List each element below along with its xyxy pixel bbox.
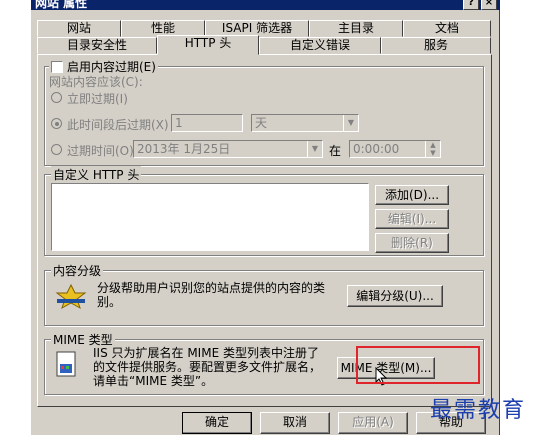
ok-button[interactable]: 确定: [182, 412, 252, 434]
tab-website[interactable]: 网站: [37, 20, 121, 37]
radio-expire-on[interactable]: [51, 144, 62, 155]
mime-types-description: IIS 只为扩展名在 MIME 类型列表中注册了的文件提供服务。要配置更多文件扩…: [93, 346, 322, 388]
tab-home-directory[interactable]: 主目录: [309, 20, 403, 37]
radio-expire-after-label: 此时间段后过期(X): [67, 118, 169, 132]
help-title-button[interactable]: ?: [463, 0, 479, 10]
expire-unit-select[interactable]: 天 ▼: [251, 114, 359, 132]
tab-service[interactable]: 服务: [381, 37, 491, 54]
cancel-button[interactable]: 取消: [260, 412, 330, 434]
content-rating-legend: 内容分级: [51, 262, 104, 279]
custom-headers-group: 自定义 HTTP 头 添加(D)... 编辑(I)... 删除(R): [44, 166, 484, 256]
edit-rating-button[interactable]: 编辑分级(U)...: [347, 285, 443, 307]
enable-expiration-checkbox[interactable]: [51, 60, 63, 73]
tab-documents[interactable]: 文档: [403, 20, 491, 37]
custom-headers-legend: 自定义 HTTP 头: [51, 166, 142, 183]
spinner-icon[interactable]: ▲ ▼: [425, 141, 440, 157]
expire-time-value: 0:00:00: [353, 142, 400, 156]
radio-expire-on-label: 过期时间(O): [67, 144, 134, 158]
expire-after-value-input[interactable]: 1: [171, 114, 243, 132]
radio-immediate[interactable]: [51, 92, 62, 103]
chevron-down-icon[interactable]: ▼: [307, 141, 322, 157]
watermark-text: 最需教育: [430, 398, 527, 423]
at-label: 在: [329, 144, 342, 158]
expiration-should-label: 网站内容应该(C):: [49, 75, 143, 89]
expire-time-input[interactable]: 0:00:00 ▲ ▼: [349, 140, 441, 158]
tab-directory-security[interactable]: 目录安全性: [37, 37, 157, 54]
delete-header-button[interactable]: 删除(R): [375, 233, 449, 253]
tab-custom-errors[interactable]: 自定义错误: [259, 37, 381, 54]
title-bar: 网站 属性 ? ×: [31, 0, 500, 10]
edit-header-button[interactable]: 编辑(I)...: [375, 209, 449, 229]
content-expiration-group: 启用内容过期(E) 网站内容应该(C): 立即过期(I) 此时间段后过期(X) …: [44, 58, 484, 166]
tab-http-headers[interactable]: HTTP 头: [157, 35, 259, 55]
apply-button[interactable]: 应用(A): [338, 412, 408, 434]
add-header-button[interactable]: 添加(D)...: [375, 185, 449, 205]
highlight-box: [356, 346, 480, 384]
expire-date-picker[interactable]: 2013年 1月25日 ▼: [133, 140, 323, 158]
radio-immediate-label: 立即过期(I): [67, 92, 128, 106]
custom-headers-list[interactable]: [51, 183, 369, 251]
close-button[interactable]: ×: [481, 0, 497, 10]
chevron-down-icon[interactable]: ▼: [343, 115, 358, 131]
rating-icon: [55, 283, 87, 310]
expire-unit-value: 天: [255, 116, 268, 130]
content-rating-group: 内容分级 分级帮助用户识别您的站点提供的内容的类别。 编辑分级(U)...: [44, 262, 484, 326]
radio-expire-after[interactable]: [51, 118, 62, 129]
expire-date-value: 2013年 1月25日: [137, 142, 231, 156]
content-rating-description: 分级帮助用户识别您的站点提供的内容的类别。: [97, 281, 326, 309]
mime-document-icon: [56, 351, 76, 377]
window-title: 网站 属性: [35, 0, 88, 10]
